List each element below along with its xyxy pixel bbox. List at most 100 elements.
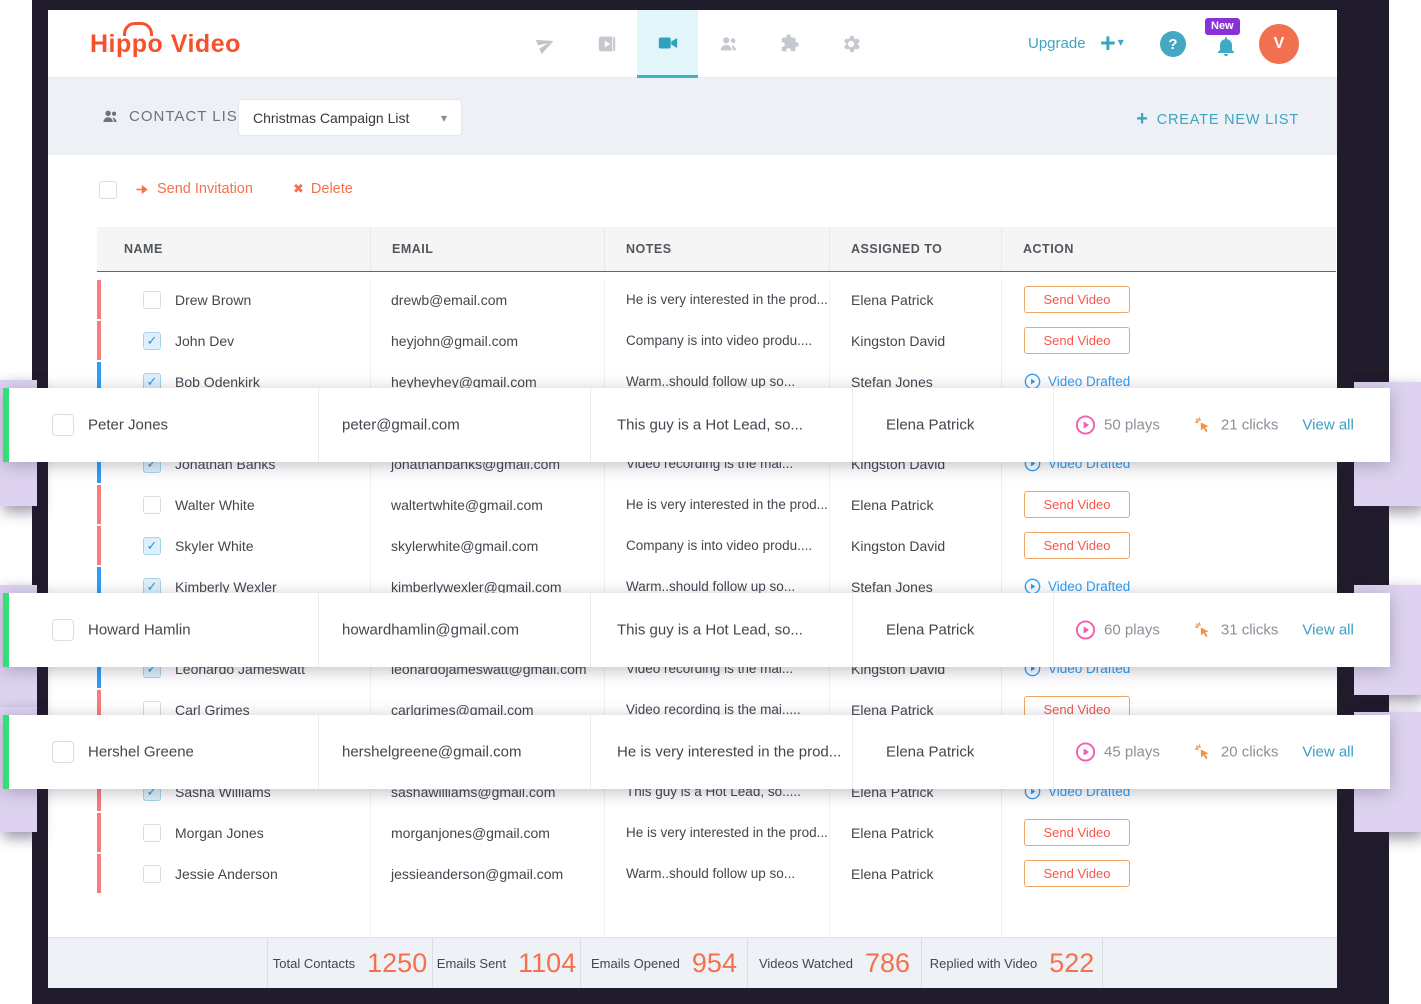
rocket-icon	[531, 30, 560, 59]
contact-email: heyjohn@gmail.com	[371, 320, 605, 361]
assigned-to: Elena Patrick	[886, 417, 974, 434]
play-circle-icon	[1075, 620, 1096, 641]
contact-notes: He is very interested in the prod...	[617, 744, 841, 761]
card-green-strip	[3, 593, 9, 667]
row-checkbox[interactable]	[143, 824, 161, 842]
clicks-count: 20 clicks	[1221, 744, 1279, 761]
nav-rocket[interactable]	[515, 10, 576, 78]
contact-notes: This guy is a Hot Lead, so...	[617, 417, 803, 434]
table-row: Morgan Jones morganjones@gmail.com He is…	[97, 812, 1336, 853]
col-header-assigned: ASSIGNED TO	[830, 227, 1002, 271]
row-checkbox[interactable]	[52, 414, 74, 436]
assigned-to: Kingston David	[830, 320, 1002, 361]
page: Hippo Video	[0, 0, 1421, 1004]
contact-email: morganjones@gmail.com	[371, 812, 605, 853]
view-all-link[interactable]: View all	[1302, 417, 1353, 434]
row-checkbox[interactable]	[52, 619, 74, 641]
stat-label: Videos Watched	[759, 956, 853, 971]
assigned-to: Elena Patrick	[830, 853, 1002, 894]
send-video-button[interactable]: Send Video	[1024, 860, 1130, 887]
engagement-stats: 45 plays 20 clicks View all	[1075, 742, 1354, 763]
nav-integrations[interactable]	[759, 10, 820, 78]
add-new-button[interactable]: +▾	[1100, 30, 1124, 57]
nav-video-library[interactable]	[576, 10, 637, 78]
nav-settings[interactable]	[820, 10, 881, 78]
dragged-contact-card[interactable]: Hershel Greene hershelgreene@gmail.com H…	[3, 715, 1390, 789]
contact-notes: This guy is a Hot Lead, so...	[617, 622, 803, 639]
row-color-strip	[97, 321, 101, 360]
video-drafted-label: Video Drafted	[1048, 579, 1130, 594]
send-video-button[interactable]: Send Video	[1024, 327, 1130, 354]
notifications-bell-button[interactable]	[1214, 34, 1238, 58]
hippo-video-logo[interactable]: Hippo Video	[90, 30, 241, 59]
video-drafted-label: Video Drafted	[1048, 374, 1130, 389]
play-circle-icon	[1075, 742, 1096, 763]
footer-stat: Replied with Video 522	[922, 938, 1103, 988]
assigned-to: Elena Patrick	[830, 812, 1002, 853]
nav-contact-lists-active-tab[interactable]	[637, 10, 698, 78]
row-checkbox[interactable]	[143, 865, 161, 883]
contact-notes: Company is into video produ....	[605, 320, 830, 361]
user-avatar[interactable]: V	[1259, 24, 1299, 64]
upgrade-button[interactable]: Upgrade	[1028, 35, 1086, 52]
click-cursor-icon	[1192, 415, 1213, 436]
send-video-button[interactable]: Send Video	[1024, 286, 1130, 313]
table-row: Walter White waltertwhite@gmail.com He i…	[97, 484, 1336, 525]
contact-name: Jessie Anderson	[175, 866, 278, 882]
contacts-people-icon	[718, 33, 740, 55]
row-checkbox[interactable]	[143, 537, 161, 555]
contact-name: Hershel Greene	[88, 744, 194, 761]
row-checkbox[interactable]	[143, 332, 161, 350]
contact-notes: He is very interested in the prod...	[605, 484, 830, 525]
contact-notes: Warm..should follow up so...	[605, 853, 830, 894]
plus-icon: +	[1136, 108, 1148, 131]
video-library-icon	[596, 33, 618, 55]
dragged-contact-card[interactable]: Howard Hamlin howardhamlin@gmail.com Thi…	[3, 593, 1390, 667]
delete-button[interactable]: ✖ Delete	[293, 181, 353, 197]
dragged-contact-card[interactable]: Peter Jones peter@gmail.com This guy is …	[3, 388, 1390, 462]
col-header-name: NAME	[97, 227, 371, 271]
table-row: Skyler White skylerwhite@gmail.com Compa…	[97, 525, 1336, 566]
help-button[interactable]: ?	[1160, 31, 1186, 57]
contact-name: Peter Jones	[88, 417, 168, 434]
footer-stat: Videos Watched 786	[748, 938, 922, 988]
row-color-strip	[97, 526, 101, 565]
view-all-link[interactable]: View all	[1302, 744, 1353, 761]
row-checkbox[interactable]	[143, 291, 161, 309]
table-header: NAME EMAIL NOTES ASSIGNED TO ACTION	[97, 227, 1336, 272]
contact-list-title: CONTACT LIST	[101, 107, 248, 126]
bell-icon	[1214, 34, 1238, 58]
contact-name: John Dev	[175, 333, 234, 349]
contact-name: Howard Hamlin	[88, 622, 191, 639]
table-row: John Dev heyjohn@gmail.com Company is in…	[97, 320, 1336, 361]
clicks-count: 31 clicks	[1221, 622, 1279, 639]
row-checkbox[interactable]	[52, 741, 74, 763]
contact-notes: He is very interested in the prod...	[605, 279, 830, 320]
create-new-list-button[interactable]: + CREATE NEW LIST	[1136, 108, 1299, 131]
send-invitation-button[interactable]: Send Invitation	[135, 181, 253, 197]
list-select-dropdown[interactable]: Christmas Campaign List ▾	[238, 99, 462, 136]
dropdown-caret-icon: ▾	[441, 111, 447, 125]
navbar: Hippo Video	[48, 10, 1337, 78]
col-header-action: ACTION	[1002, 227, 1336, 271]
assigned-to: Elena Patrick	[830, 484, 1002, 525]
table-body: Drew Brown drewb@email.com He is very in…	[97, 272, 1336, 894]
row-color-strip	[97, 485, 101, 524]
send-video-button[interactable]: Send Video	[1024, 819, 1130, 846]
footer-empty-cell	[1103, 938, 1337, 988]
engagement-stats: 50 plays 21 clicks View all	[1075, 415, 1354, 436]
create-new-list-label: CREATE NEW LIST	[1157, 112, 1299, 128]
select-all-checkbox[interactable]	[99, 181, 117, 199]
nav-contacts[interactable]	[698, 10, 759, 78]
contact-notes: Company is into video produ....	[605, 525, 830, 566]
send-video-button[interactable]: Send Video	[1024, 532, 1130, 559]
row-color-strip	[97, 813, 101, 852]
view-all-link[interactable]: View all	[1302, 622, 1353, 639]
row-checkbox[interactable]	[143, 496, 161, 514]
contact-email: waltertwhite@gmail.com	[371, 484, 605, 525]
chevron-down-icon: ▾	[1118, 35, 1124, 49]
assigned-to: Kingston David	[830, 525, 1002, 566]
contact-email: peter@gmail.com	[342, 417, 460, 434]
integrations-puzzle-icon	[779, 33, 801, 55]
send-video-button[interactable]: Send Video	[1024, 491, 1130, 518]
